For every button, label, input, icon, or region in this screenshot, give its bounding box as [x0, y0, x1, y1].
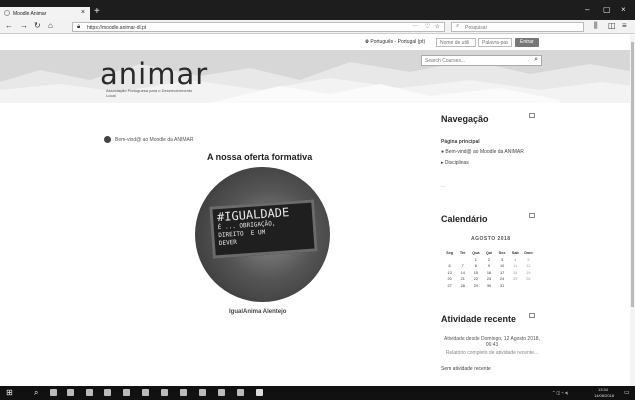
store-icon[interactable]	[86, 389, 93, 396]
recent-report-link[interactable]: Relatório completo de atividade recente.…	[442, 350, 542, 356]
menu-icon[interactable]: ≡	[622, 21, 627, 30]
taskbar: ⊞ ⌕ ⌃ ◫ ⌁ ◂) 13:34 14/08/2018 ▭	[0, 386, 635, 400]
nav-more: ...	[441, 183, 446, 189]
address-bar[interactable]: 🔒︎ https://moodle.animar-dl.pt ··· ♡ ☆	[72, 22, 445, 32]
calendar-day[interactable]: 31	[496, 283, 509, 290]
chrome-icon[interactable]	[237, 389, 244, 396]
recent-since: Atividade desde Domingo, 12 Agosto 2018,…	[444, 336, 540, 348]
nav-welcome-link[interactable]: ● Bem-vind@ ao Moodle da ANIMAR	[441, 149, 524, 155]
recent-none: Sem atividade recente	[441, 366, 491, 372]
reload-icon[interactable]: ↻	[34, 21, 41, 30]
browser-tab-bar: Moodle Animar × + – ▢ ×	[0, 0, 635, 20]
tab-close-icon[interactable]: ×	[81, 9, 85, 16]
sidebar-icon[interactable]: ◫	[608, 21, 616, 30]
course-image[interactable]: #IGUALDADE É ... OBRIGAÇÃO, DIREITO E UM…	[195, 167, 330, 302]
clock-time[interactable]: 13:34	[598, 387, 608, 392]
browser-nav-bar: ← → ↻ ⌂ 🔒︎ https://moodle.animar-dl.pt ·…	[0, 20, 635, 34]
navigation-block-title: Navegação	[441, 114, 489, 124]
calendar-week: 27 28 29 30 31	[443, 283, 535, 290]
login-button[interactable]: Entrar	[515, 38, 539, 47]
calendar-body: 1 2 3 4 5 6 7 8 9 10 11 12 13 14 15 16 17 18 19 20 21 22 23 24 2…	[443, 257, 535, 290]
welcome-link[interactable]: Bem-vind@ ao Moodle da ANIMAR	[115, 137, 193, 143]
calendar-month: AGOSTO 2018	[471, 236, 511, 242]
word-icon[interactable]	[142, 389, 149, 396]
chalkboard-text: #IGUALDADE É ... OBRIGAÇÃO, DIREITO E UM…	[217, 205, 292, 248]
search-icon[interactable]: ⌕	[534, 56, 538, 64]
pocket-icon[interactable]: ♡	[425, 23, 430, 30]
calendar-day	[509, 283, 522, 290]
favicon-icon	[4, 10, 10, 16]
windows-start-icon[interactable]: ⊞	[6, 388, 13, 397]
bookmark-star-icon[interactable]: ☆	[435, 23, 440, 30]
calendar-day[interactable]: 29	[469, 283, 482, 290]
onenote-icon[interactable]	[199, 389, 206, 396]
library-icon[interactable]: ⫼	[594, 21, 598, 31]
page-actions-button[interactable]: ···	[412, 23, 418, 29]
logo-tagline: Associação Portuguesa para o Desenvolvim…	[106, 88, 193, 98]
calendar-day[interactable]: 28	[456, 283, 469, 290]
app-icon[interactable]	[218, 389, 225, 396]
nav-courses-label: Disciplinas	[444, 160, 469, 166]
nav-welcome-label: Bem-vind@ ao Moodle da ANIMAR	[445, 149, 524, 155]
search-icon[interactable]: ⌕	[34, 388, 38, 398]
block-dock-icon[interactable]	[529, 213, 535, 218]
browser-search-placeholder: Pesquisar	[465, 25, 488, 31]
task-view-icon[interactable]	[50, 389, 57, 396]
offer-title: A nossa oferta formativa	[207, 152, 313, 162]
course-caption[interactable]: IgualAnima Alentejo	[229, 309, 286, 315]
nav-courses-link[interactable]: ▸ Disciplinas	[441, 160, 469, 166]
new-tab-button[interactable]: +	[94, 6, 100, 17]
calendar-block-title: Calendário	[441, 214, 488, 224]
login-bar: 🌐︎ Português - Portugal (pt) Entrar	[0, 35, 635, 50]
site-logo[interactable]: animar	[100, 57, 208, 91]
calendar-day	[522, 283, 535, 290]
block-dock-icon[interactable]	[529, 113, 535, 118]
username-field[interactable]	[436, 38, 476, 47]
scrollbar-thumb[interactable]	[631, 42, 634, 307]
search-icon: ⌕	[456, 23, 460, 29]
powerpoint-icon[interactable]	[161, 389, 168, 396]
outlook-icon[interactable]	[123, 389, 130, 396]
home-icon[interactable]: ⌂	[48, 21, 53, 30]
language-menu[interactable]: 🌐︎ Português - Portugal (pt)	[365, 39, 425, 45]
password-field[interactable]	[478, 38, 512, 47]
forward-icon[interactable]: →	[20, 21, 28, 30]
tab-title: Moodle Animar	[13, 11, 47, 17]
nav-home-link[interactable]: Página principal	[441, 139, 480, 145]
course-search-placeholder: Search Courses...	[425, 58, 466, 64]
lock-icon: 🔒︎	[77, 24, 81, 30]
back-icon[interactable]: ←	[5, 21, 13, 30]
firefox-icon[interactable]	[256, 389, 263, 396]
minimize-button[interactable]: –	[585, 5, 589, 14]
excel-icon[interactable]	[180, 389, 187, 396]
explorer-icon[interactable]	[104, 389, 111, 396]
browser-search-field[interactable]: ⌕ Pesquisar	[451, 22, 584, 32]
clock-date[interactable]: 14/08/2018	[594, 393, 614, 398]
close-window-button[interactable]: ×	[621, 5, 626, 14]
calendar-day[interactable]: 27	[443, 283, 456, 290]
edge-icon[interactable]	[67, 389, 74, 396]
calendar-day[interactable]: 30	[482, 283, 495, 290]
maximize-button[interactable]: ▢	[603, 5, 611, 14]
browser-tab[interactable]: Moodle Animar ×	[0, 7, 90, 20]
moodle-logo-icon	[104, 136, 111, 143]
notifications-icon[interactable]: ▭	[624, 389, 630, 396]
course-search-input[interactable]: Search Courses... ⌕	[421, 55, 542, 66]
recent-block-title: Atividade recente	[441, 314, 517, 324]
board-line-4: DEVER	[218, 238, 238, 248]
chalkboard-image: #IGUALDADE É ... OBRIGAÇÃO, DIREITO E UM…	[209, 199, 318, 259]
url-text: https://moodle.animar-dl.pt	[87, 25, 147, 31]
block-dock-icon[interactable]	[529, 313, 535, 318]
calendar-grid: Seg Ter Qua Qui Sex Sab Dom 1 2 3 4 5 6 7 8 9 10 11 12 13 1…	[443, 250, 535, 289]
tray-icons[interactable]: ⌃ ◫ ⌁ ◂)	[552, 390, 568, 395]
language-label: Português - Portugal (pt)	[370, 39, 426, 45]
